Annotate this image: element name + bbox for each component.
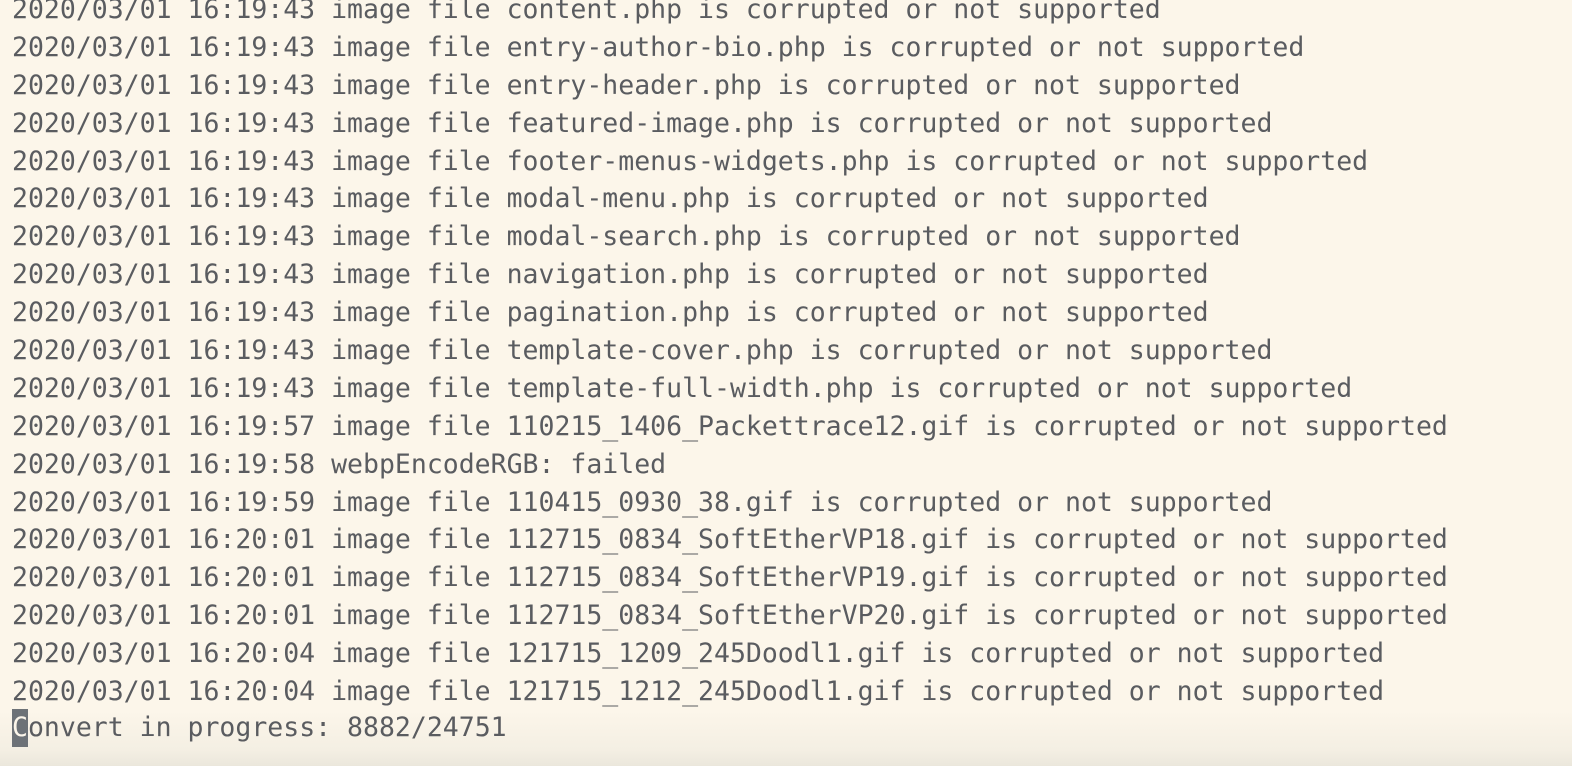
log-line: 2020/03/01 16:19:43 image file entry-hea… [12, 69, 1241, 101]
log-line: 2020/03/01 16:19:59 image file 110415_09… [12, 486, 1273, 518]
log-line: 2020/03/01 16:20:04 image file 121715_12… [12, 638, 1385, 670]
progress-status-text: onvert in progress: 8882/24751 [27, 712, 507, 743]
log-line: 2020/03/01 16:20:04 image file 121715_12… [12, 676, 1385, 708]
log-line: 2020/03/01 16:19:57 image file 110215_14… [12, 410, 1448, 442]
log-line: 2020/03/01 16:19:43 image file navigatio… [12, 259, 1209, 291]
log-line: 2020/03/01 16:19:58 webpEncodeRGB: faile… [12, 448, 667, 480]
log-line: 2020/03/01 16:19:43 image file footer-me… [12, 145, 1369, 177]
progress-status-line: Convert in progress: 8882/24751 [12, 709, 507, 747]
log-output: 2020/03/01 16:19:43 image file content.p… [12, 0, 1448, 711]
log-line: 2020/03/01 16:20:01 image file 112715_08… [12, 524, 1448, 556]
log-line: 2020/03/01 16:19:43 image file paginatio… [12, 297, 1209, 329]
log-line: 2020/03/01 16:19:43 image file featured-… [12, 107, 1273, 139]
log-line: 2020/03/01 16:20:01 image file 112715_08… [12, 600, 1448, 632]
log-line: 2020/03/01 16:19:43 image file modal-men… [12, 183, 1209, 215]
log-line: 2020/03/01 16:19:43 image file template-… [12, 372, 1353, 404]
log-line: 2020/03/01 16:19:43 image file content.p… [12, 0, 1161, 25]
log-line: 2020/03/01 16:19:43 image file modal-sea… [12, 221, 1241, 253]
log-line: 2020/03/01 16:20:01 image file 112715_08… [12, 562, 1448, 594]
terminal-window[interactable]: 2020/03/01 16:19:43 image file content.p… [0, 0, 1572, 766]
log-line: 2020/03/01 16:19:43 image file template-… [12, 335, 1273, 367]
text-cursor: C [12, 709, 28, 747]
log-line: 2020/03/01 16:19:43 image file entry-aut… [12, 31, 1305, 63]
